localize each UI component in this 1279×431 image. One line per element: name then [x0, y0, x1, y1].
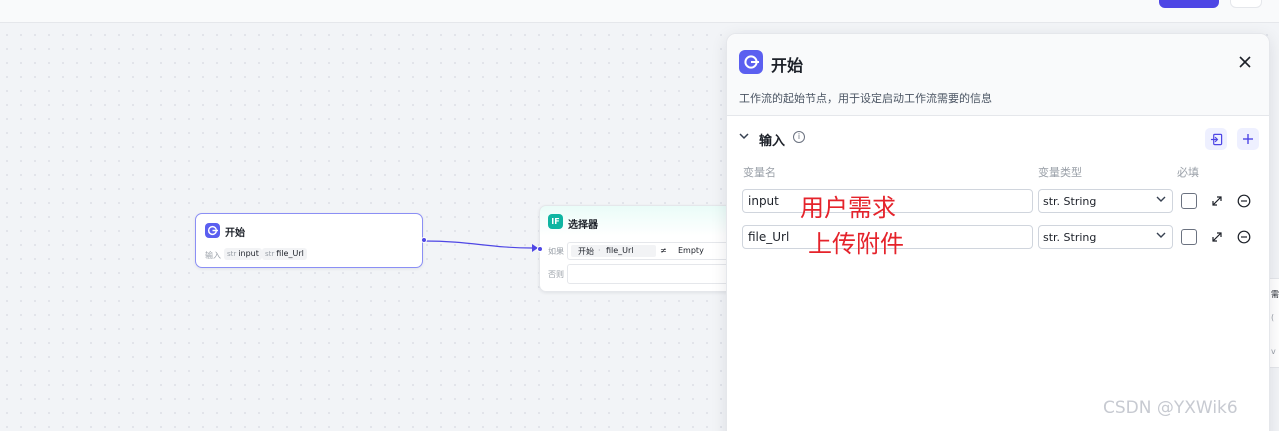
start-node-title: 开始 — [225, 228, 245, 239]
condition-operator: ≠ — [660, 246, 667, 255]
partial-node-text: v — [1271, 347, 1276, 356]
variable-type-value: str. String — [1043, 231, 1097, 244]
else-box[interactable] — [567, 264, 737, 284]
condition-source: 开始 — [578, 247, 594, 256]
start-node-var-chip: str input — [224, 248, 262, 260]
condition-value: Empty — [678, 246, 704, 255]
var-type: str — [265, 250, 275, 258]
column-header-type: 变量类型 — [1038, 166, 1082, 179]
var-name: file_Url — [276, 249, 304, 258]
selector-node-input-handle[interactable] — [537, 246, 543, 252]
import-button[interactable] — [1205, 128, 1227, 150]
partial-node-text: 需 — [1271, 290, 1279, 299]
condition-separator: · — [598, 246, 601, 255]
panel-title: 开始 — [771, 56, 804, 75]
chevron-down-icon — [1156, 194, 1166, 207]
condition-box[interactable]: 开始 · file_Url ≠ Empty — [567, 242, 737, 260]
expand-icon[interactable] — [1209, 229, 1225, 245]
close-icon[interactable] — [1235, 52, 1255, 72]
chevron-down-icon[interactable] — [739, 131, 749, 144]
var-name: input — [238, 249, 259, 258]
selector-node[interactable]: IF 选择器 如果 开始 · file_Url ≠ Empty 否则 — [537, 205, 739, 292]
variable-type-value: str. String — [1043, 195, 1097, 208]
annotation-text: 上传附件 — [808, 230, 904, 258]
input-section-title[interactable]: 输入 — [759, 130, 785, 149]
if-icon: IF — [548, 214, 563, 229]
required-checkbox[interactable] — [1181, 229, 1197, 245]
remove-icon[interactable] — [1236, 193, 1252, 209]
add-variable-button[interactable] — [1237, 128, 1259, 150]
info-icon[interactable]: i — [793, 131, 805, 143]
start-node-output-handle[interactable] — [421, 237, 427, 243]
start-node-var-chip: str file_Url — [262, 248, 307, 260]
column-header-required: 必填 — [1177, 166, 1199, 179]
plus-icon — [1243, 134, 1253, 144]
remove-icon[interactable] — [1236, 229, 1252, 245]
variable-type-select[interactable]: str. String — [1038, 189, 1173, 213]
watermark: CSDN @YXWik6 — [1103, 398, 1238, 418]
panel-description: 工作流的起始节点，用于设定启动工作流需要的信息 — [739, 92, 992, 105]
start-node-icon — [205, 223, 220, 238]
start-node[interactable]: 开始 输入 str input str file_Url — [195, 213, 427, 268]
condition-var: file_Url — [606, 246, 634, 255]
partial-node-text: ( — [1271, 313, 1275, 322]
expand-icon[interactable] — [1209, 193, 1225, 209]
annotation-text: 用户需求 — [800, 194, 896, 222]
if-label: 如果 — [548, 247, 564, 256]
panel-header: 开始 工作流的起始节点，用于设定启动工作流需要的信息 — [727, 34, 1269, 116]
column-header-name: 变量名 — [743, 166, 776, 179]
variable-type-select[interactable]: str. String — [1038, 225, 1173, 249]
start-node-input-label: 输入 — [205, 251, 221, 260]
chevron-down-icon — [1156, 230, 1166, 243]
selector-node-title: 选择器 — [568, 220, 598, 231]
var-type: str — [227, 250, 237, 258]
import-icon — [1210, 133, 1222, 145]
else-label: 否则 — [548, 270, 564, 279]
start-icon — [739, 50, 763, 74]
start-node-panel: 开始 工作流的起始节点，用于设定启动工作流需要的信息 输入 i 变量名 变量类型… — [726, 33, 1270, 431]
required-checkbox[interactable] — [1181, 193, 1197, 209]
